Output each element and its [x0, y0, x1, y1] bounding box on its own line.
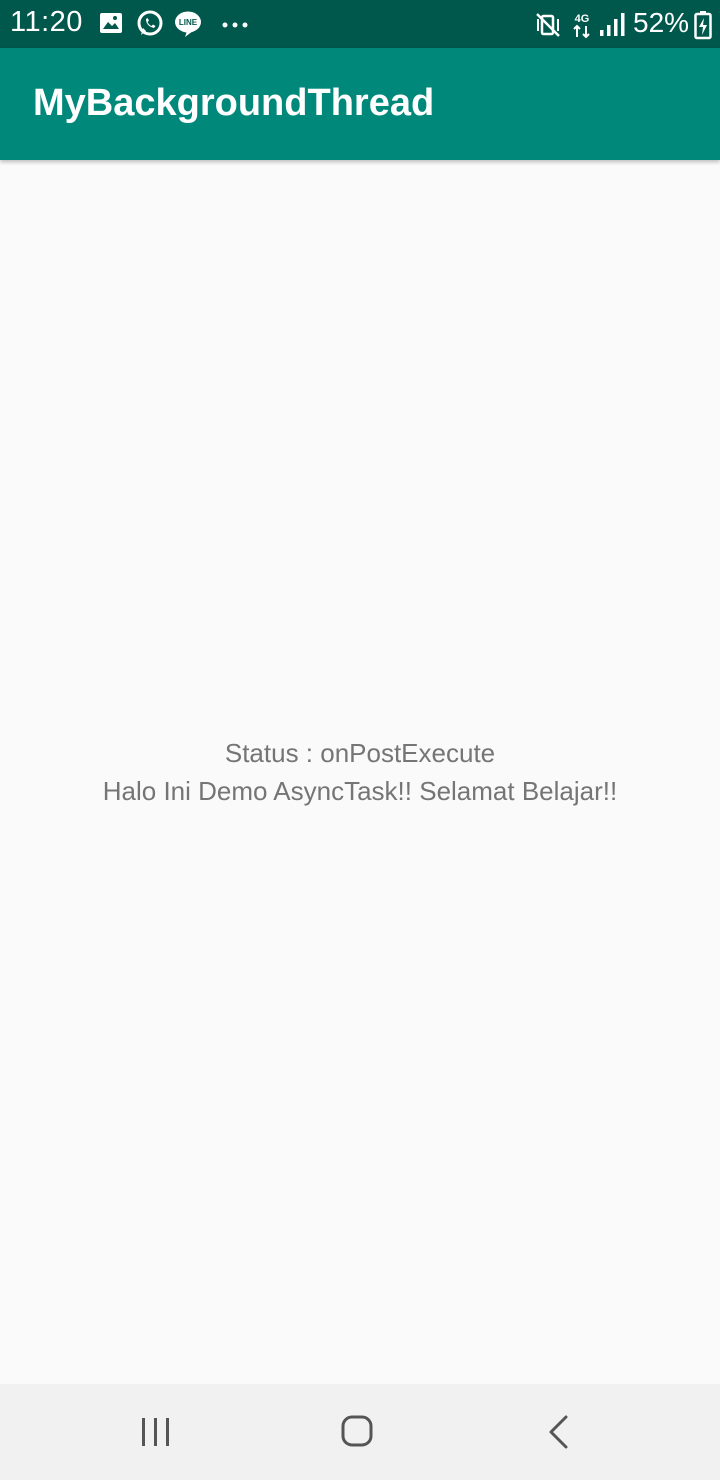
home-icon[interactable]	[327, 1410, 387, 1454]
gallery-icon	[100, 13, 122, 33]
main-content: Status : onPostExecute Halo Ini Demo Asy…	[0, 160, 720, 1384]
message-text: Halo Ini Demo AsyncTask!! Selamat Belaja…	[102, 776, 618, 806]
mute-vibrate-icon	[536, 13, 560, 37]
line-icon: LINE	[175, 11, 201, 37]
svg-text:LINE: LINE	[179, 18, 198, 27]
svg-text:4G: 4G	[575, 13, 590, 25]
whatsapp-icon	[137, 10, 163, 36]
status-bar: 11:20 LINE 4G 52%	[0, 0, 720, 48]
signal-icon	[600, 13, 625, 36]
4g-data-icon: 4G	[573, 13, 590, 39]
more-dots-icon	[222, 22, 248, 28]
battery-icon	[694, 11, 712, 40]
navigation-bar	[0, 1384, 720, 1480]
app-bar: MyBackgroundThread	[0, 48, 720, 160]
app-title: MyBackgroundThread	[33, 82, 435, 124]
status-text: Status : onPostExecute	[224, 738, 496, 768]
status-time: 11:20	[10, 6, 83, 38]
recents-icon[interactable]	[126, 1410, 186, 1454]
battery-percent: 52%	[633, 7, 690, 38]
back-icon[interactable]	[530, 1410, 590, 1454]
